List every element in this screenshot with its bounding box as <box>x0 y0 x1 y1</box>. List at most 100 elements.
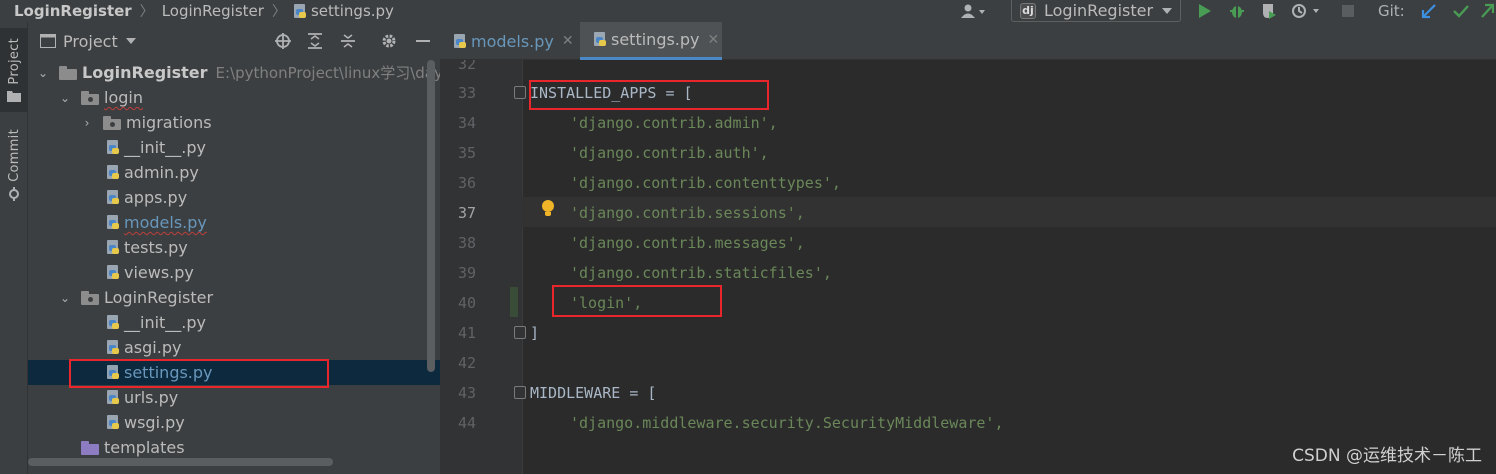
collapse-all-icon[interactable] <box>339 32 357 50</box>
python-file-icon <box>107 165 119 180</box>
locate-file-icon[interactable] <box>274 32 292 50</box>
folder-icon <box>59 65 77 80</box>
debug-icon[interactable] <box>1225 0 1249 22</box>
python-file-icon <box>107 315 119 330</box>
python-file-icon <box>107 265 119 280</box>
code-line: ] <box>530 324 540 342</box>
python-file-icon <box>107 240 119 255</box>
python-file-icon <box>454 33 466 49</box>
tab-label: settings.py <box>611 30 700 49</box>
tree-label-file: wsgi.py <box>124 413 185 432</box>
project-tool-tab[interactable]: Project <box>0 28 28 112</box>
tree-row-file[interactable]: tests.py <box>28 235 440 260</box>
fold-marker-icon[interactable] <box>514 86 526 99</box>
git-push-icon[interactable] <box>1478 0 1496 22</box>
annotation-box-installed-apps <box>529 80 769 110</box>
project-path: E:\pythonProject\linux学习\day9\L <box>215 64 440 82</box>
python-file-icon <box>107 215 119 230</box>
tree-row-file[interactable]: models.py <box>28 210 440 235</box>
tree-row-file[interactable]: asgi.py <box>28 335 440 360</box>
code-line: 'django.contrib.staticfiles', <box>570 264 832 282</box>
tree-row-root[interactable]: ⌄ LoginRegister E:\pythonProject\linux学习… <box>28 60 440 85</box>
lightbulb-icon[interactable] <box>541 200 555 218</box>
line-number: 42 <box>457 354 476 372</box>
project-panel-title: Project <box>63 31 118 51</box>
tree-row-file[interactable]: __init__.py <box>28 135 440 160</box>
python-file-icon <box>107 340 119 355</box>
tree-row-file[interactable]: views.py <box>28 260 440 285</box>
tree-row-loginregister-package[interactable]: ⌄ LoginRegister <box>28 285 440 310</box>
tree-label-file: views.py <box>124 263 194 282</box>
tree-row-file[interactable]: urls.py <box>28 385 440 410</box>
tab-models[interactable]: models.py ✕ <box>440 22 578 60</box>
tree-row-file[interactable]: admin.py <box>28 160 440 185</box>
chevron-down-icon <box>1162 8 1172 14</box>
tab-settings[interactable]: settings.py ✕ <box>580 22 722 60</box>
tree-row-file[interactable]: apps.py <box>28 185 440 210</box>
chevron-down-icon[interactable]: ⌄ <box>59 291 71 305</box>
python-file-icon <box>107 140 119 155</box>
project-tool-label: Project <box>6 37 22 85</box>
breadcrumb-chevron-icon: 〉 <box>139 4 154 20</box>
tree-row-migrations[interactable]: › migrations <box>28 110 440 135</box>
line-number: 39 <box>457 264 476 282</box>
code-editor[interactable]: 32 33 34 35 36 37 38 39 40 41 42 43 44 I… <box>440 60 1496 474</box>
watermark: CSDN @运维技术－陈工 <box>1292 446 1482 466</box>
tree-label-file: __init__.py <box>124 138 207 157</box>
code-line: MIDDLEWARE = [ <box>530 384 657 402</box>
run-configuration-selector[interactable]: dj LoginRegister <box>1011 0 1181 22</box>
fold-marker-icon[interactable] <box>514 386 526 399</box>
user-icon[interactable] <box>955 0 991 22</box>
change-marker <box>510 287 518 317</box>
run-config-label: LoginRegister <box>1044 1 1154 20</box>
project-tree: ⌄ LoginRegister E:\pythonProject\linux学习… <box>28 60 440 474</box>
close-icon[interactable]: ✕ <box>562 33 574 49</box>
tool-window-strip: Project Commit <box>0 22 28 474</box>
commit-tool-tab[interactable]: Commit <box>0 122 28 208</box>
tree-row-templates[interactable]: templates <box>28 435 440 460</box>
gear-icon[interactable] <box>380 32 398 50</box>
hide-panel-icon[interactable] <box>414 32 432 50</box>
breadcrumb-package[interactable]: LoginRegister <box>162 0 264 22</box>
coverage-icon[interactable] <box>1257 0 1281 22</box>
vertical-scrollbar[interactable] <box>427 60 435 372</box>
tree-row-file[interactable]: __init__.py <box>28 310 440 335</box>
git-commit-icon[interactable] <box>1450 0 1472 22</box>
annotation-box-settings <box>69 359 329 388</box>
commit-tool-label: Commit <box>6 128 22 182</box>
folder-icon <box>7 91 21 103</box>
breadcrumb-file[interactable]: settings.py <box>293 0 394 22</box>
tree-label-loginregister: LoginRegister <box>104 288 214 307</box>
chevron-down-icon[interactable]: ⌄ <box>59 91 71 105</box>
profile-icon[interactable] <box>1289 0 1323 22</box>
line-number: 33 <box>457 84 476 102</box>
tree-label-file: __init__.py <box>124 313 207 332</box>
chevron-right-icon[interactable]: › <box>81 116 93 130</box>
horizontal-scrollbar[interactable] <box>28 458 333 466</box>
breadcrumb-chevron-icon: 〉 <box>271 4 286 20</box>
line-number: 36 <box>457 174 476 192</box>
tree-row-login[interactable]: ⌄ login <box>28 85 440 110</box>
tree-row-file[interactable]: wsgi.py <box>28 410 440 435</box>
project-folder-icon <box>40 34 56 48</box>
tree-label-file: admin.py <box>124 163 199 182</box>
fold-marker-icon[interactable] <box>514 326 526 339</box>
chevron-down-icon[interactable]: ⌄ <box>37 66 49 80</box>
breadcrumb-project[interactable]: LoginRegister <box>14 0 132 22</box>
tree-label-login: login <box>104 88 143 107</box>
django-icon: dj <box>1020 2 1036 19</box>
stop-icon[interactable] <box>1338 0 1358 22</box>
code-line: 'django.middleware.security.SecurityMidd… <box>570 414 1004 432</box>
project-view-selector[interactable]: Project <box>40 32 136 51</box>
templates-folder-icon <box>81 440 99 455</box>
line-number: 40 <box>457 294 476 312</box>
expand-all-icon[interactable] <box>306 32 324 50</box>
git-update-icon[interactable] <box>1418 0 1440 22</box>
python-file-icon <box>107 415 119 430</box>
gutter-separator <box>522 60 523 474</box>
tree-label-file: tests.py <box>124 238 188 257</box>
close-icon[interactable]: ✕ <box>708 32 720 48</box>
run-icon[interactable] <box>1193 0 1217 22</box>
python-file-icon <box>107 190 119 205</box>
tree-label-templates: templates <box>104 438 185 457</box>
